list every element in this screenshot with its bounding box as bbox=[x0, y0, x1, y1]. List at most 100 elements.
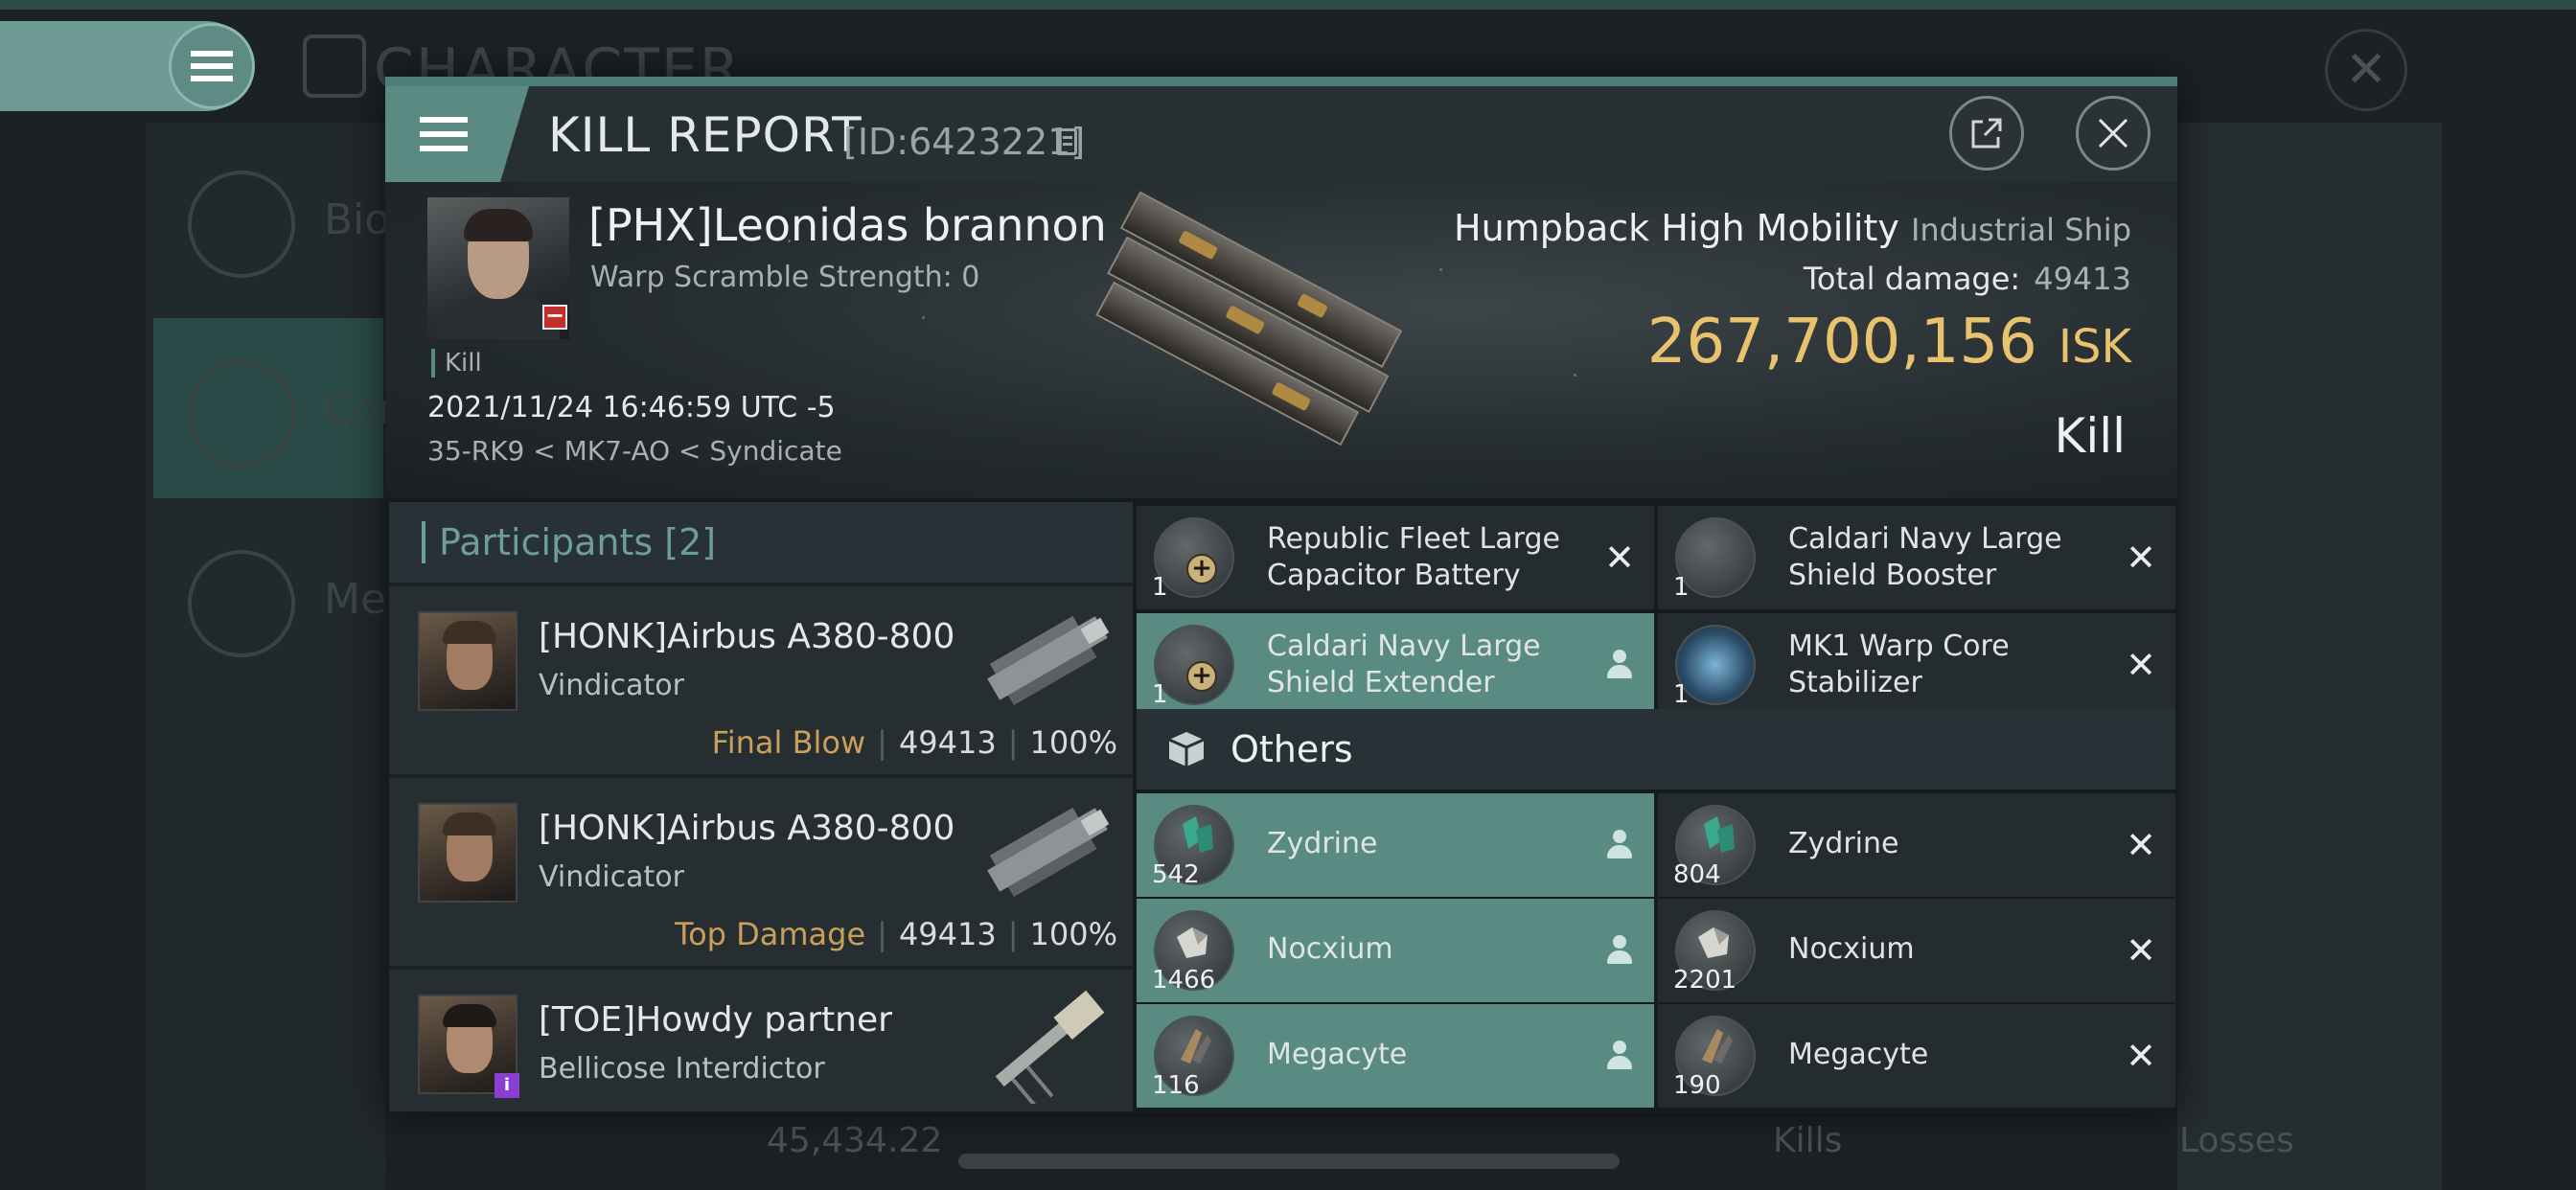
isk-amount: 267,700,156 bbox=[1646, 307, 2037, 378]
destroyed-x-icon: ✕ bbox=[2126, 929, 2156, 972]
participant-name: [HONK]Airbus A380-800 bbox=[539, 809, 955, 848]
bg-losses-label: Losses bbox=[2179, 1121, 2294, 1160]
participant-avatar bbox=[418, 803, 518, 903]
participant-name: [TOE]Howdy partner bbox=[539, 1000, 892, 1040]
share-icon bbox=[1971, 118, 2002, 149]
item-quantity: 190 bbox=[1673, 1071, 1721, 1100]
item-cell[interactable]: + 1 Caldari Navy Large Shield Extender bbox=[1137, 613, 1654, 717]
participant-name: [HONK]Airbus A380-800 bbox=[539, 617, 955, 656]
item-quantity: 1 bbox=[1152, 573, 1168, 602]
destroyed-x-icon: ✕ bbox=[1604, 537, 1635, 579]
item-name: Nocxium bbox=[1788, 932, 1915, 966]
cube-icon bbox=[1168, 732, 1205, 767]
participants-panel: Participants [2] [HONK]Airbus A380-800 V… bbox=[389, 502, 1133, 1111]
bio-icon bbox=[188, 171, 295, 278]
destroyed-x-icon: ✕ bbox=[2126, 824, 2156, 866]
modal-menu-button[interactable] bbox=[385, 86, 529, 182]
ship-type[interactable]: Humpback High Mobility Industrial Ship bbox=[1454, 207, 2131, 249]
participant-ship: Vindicator bbox=[539, 669, 684, 702]
total-damage: Total damage: 49413 bbox=[1804, 261, 2131, 297]
background-bottom-bar: 45,434.22 Kills Losses bbox=[671, 1102, 2492, 1190]
dropped-person-icon bbox=[1600, 646, 1639, 684]
item-name: MK1 Warp Core Stabilizer bbox=[1788, 629, 2010, 699]
hamburger-icon bbox=[191, 51, 233, 81]
item-name: Zydrine bbox=[1267, 827, 1378, 860]
item-cell[interactable]: 1 Caldari Navy Large Shield Booster ✕ bbox=[1658, 506, 2175, 609]
item-cell[interactable]: 190 Megacyte ✕ bbox=[1658, 1004, 2175, 1108]
dropped-person-icon bbox=[1600, 1037, 1639, 1075]
plus-icon: + bbox=[1186, 554, 1217, 584]
item-cell[interactable]: 116 Megacyte bbox=[1137, 1004, 1654, 1108]
crossed-swords-icon bbox=[188, 360, 295, 468]
item-cell[interactable]: + 1 Republic Fleet Large Capacitor Batter… bbox=[1137, 506, 1654, 609]
participants-title: Participants [2] bbox=[422, 521, 716, 563]
item-cell[interactable]: 1 MK1 Warp Core Stabilizer ✕ bbox=[1658, 613, 2175, 717]
isk-value: 267,700,156 ISK bbox=[1647, 307, 2131, 378]
item-cell[interactable]: 2201 Nocxium ✕ bbox=[1658, 899, 2175, 1002]
item-cell[interactable]: 804 Zydrine ✕ bbox=[1658, 793, 2175, 897]
item-cell[interactable]: 1466 Nocxium bbox=[1137, 899, 1654, 1002]
hamburger-icon bbox=[420, 117, 468, 151]
item-quantity: 116 bbox=[1152, 1071, 1200, 1100]
copy-icon[interactable] bbox=[1056, 128, 1077, 155]
dropped-person-icon bbox=[1600, 931, 1639, 970]
others-header: Others bbox=[1137, 709, 2175, 790]
bg-nav-label: Bio bbox=[324, 195, 391, 244]
participant-row[interactable]: [HONK]Airbus A380-800 Vindicator Top Dam… bbox=[389, 778, 1133, 966]
item-name: Caldari Navy Large Shield Booster bbox=[1788, 522, 2062, 592]
bg-bottom-value: 45,434.22 bbox=[767, 1121, 943, 1160]
background-top-bar bbox=[0, 0, 2576, 10]
report-id: [ID:6423221] bbox=[843, 121, 1086, 163]
share-button[interactable] bbox=[1949, 96, 2024, 171]
participant-stats: Top Damage | 49413 | 100% bbox=[674, 916, 1117, 952]
item-cell[interactable]: 542 Zydrine bbox=[1137, 793, 1654, 897]
item-quantity: 1466 bbox=[1152, 966, 1216, 995]
others-title: Others bbox=[1230, 728, 1353, 770]
item-quantity: 542 bbox=[1152, 860, 1200, 889]
items-panel: + 1 Republic Fleet Large Capacitor Batter… bbox=[1137, 502, 2175, 1111]
close-icon bbox=[2098, 118, 2128, 149]
kill-tag: Kill bbox=[431, 349, 482, 378]
destroyed-x-icon: ✕ bbox=[2126, 1035, 2156, 1077]
participant-row[interactable]: [HONK]Airbus A380-800 Vindicator Final B… bbox=[389, 586, 1133, 774]
victim-name[interactable]: [PHX]Leonidas brannon bbox=[588, 199, 1107, 251]
character-icon bbox=[303, 34, 366, 98]
total-damage-label: Total damage: bbox=[1803, 261, 2021, 297]
participants-header: Participants [2] bbox=[389, 502, 1133, 583]
ship-name: Humpback High Mobility bbox=[1454, 207, 1899, 249]
item-quantity: 2201 bbox=[1673, 966, 1737, 995]
final-blow-label: Final Blow bbox=[711, 724, 866, 761]
kill-location[interactable]: 35-RK9 < MK7-AO < Syndicate bbox=[427, 435, 842, 467]
home-indicator[interactable] bbox=[958, 1154, 1620, 1169]
participant-ship: Bellicose Interdictor bbox=[539, 1052, 825, 1086]
item-quantity: 1 bbox=[1673, 680, 1690, 709]
background-close-button[interactable]: ✕ bbox=[2325, 29, 2407, 111]
bg-nav-medals[interactable]: Med bbox=[153, 508, 413, 688]
item-name: Zydrine bbox=[1788, 827, 1899, 860]
dropped-person-icon bbox=[1600, 826, 1639, 864]
modal-header: KILL REPORT [ID:6423221] bbox=[385, 86, 2177, 182]
item-quantity: 1 bbox=[1152, 680, 1168, 709]
background-right-panel bbox=[2177, 123, 2442, 1190]
background-menu-button[interactable] bbox=[169, 23, 255, 109]
participant-avatar bbox=[418, 611, 518, 711]
vindicator-ship-icon bbox=[987, 807, 1110, 898]
destroyed-x-icon: ✕ bbox=[2126, 537, 2156, 579]
item-name: Megacyte bbox=[1788, 1038, 1929, 1071]
participant-percent: 100% bbox=[1029, 916, 1117, 952]
negative-standing-badge: − bbox=[542, 304, 567, 330]
bg-nav-bio[interactable]: Bio bbox=[153, 128, 390, 309]
info-badge: i bbox=[494, 1073, 519, 1098]
item-name: Megacyte bbox=[1267, 1038, 1408, 1071]
ship-class: Industrial Ship bbox=[1910, 212, 2131, 248]
close-button[interactable] bbox=[2076, 96, 2150, 171]
isk-unit: ISK bbox=[2058, 320, 2131, 374]
kill-report-modal: KILL REPORT [ID:6423221] − [PHX]Leonidas… bbox=[385, 77, 2177, 1113]
bg-nav-combat[interactable]: Com bbox=[153, 318, 421, 498]
participant-row[interactable]: i [TOE]Howdy partner Bellicose Interdict… bbox=[389, 970, 1133, 1111]
item-quantity: 804 bbox=[1673, 860, 1721, 889]
participant-damage: 49413 bbox=[898, 916, 997, 952]
star-badge-icon bbox=[188, 550, 295, 657]
interdictor-ship-icon bbox=[995, 990, 1105, 1104]
kill-datetime: 2021/11/24 16:46:59 UTC -5 bbox=[427, 391, 836, 424]
